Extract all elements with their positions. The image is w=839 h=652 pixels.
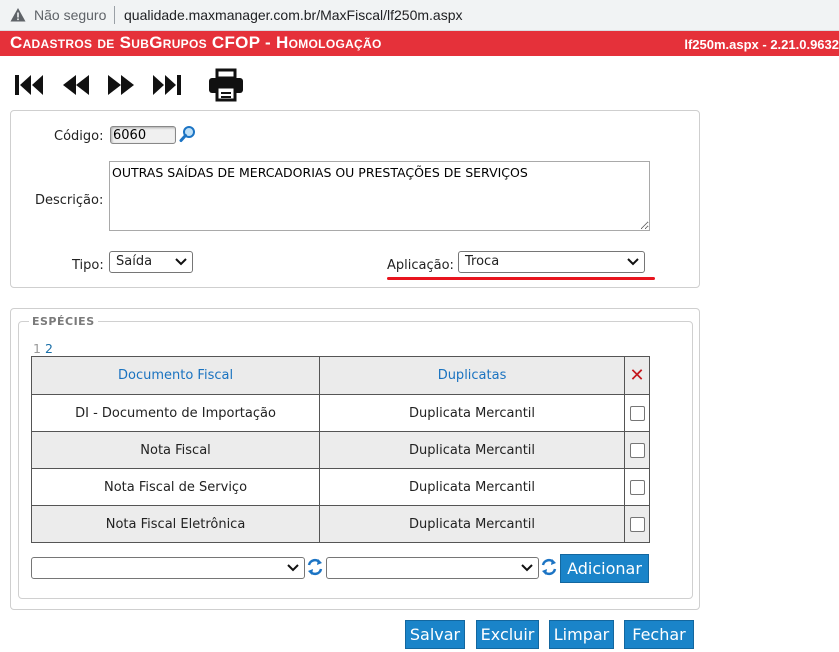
printer-icon <box>209 68 243 102</box>
table-row: Nota Fiscal de Serviço Duplicata Mercant… <box>30 468 650 506</box>
chevron-down-icon <box>521 564 533 572</box>
documento-select[interactable] <box>31 557 305 579</box>
codigo-label: Código: <box>54 129 104 144</box>
column-header-documento[interactable]: Documento Fiscal <box>30 356 321 395</box>
cell-documento: DI - Documento de Importação <box>30 394 321 432</box>
pager-current-page: 1 <box>33 341 41 356</box>
delete-button[interactable]: Excluir <box>476 620 539 649</box>
duplicata-select[interactable] <box>326 557 539 579</box>
next-record-button[interactable] <box>104 70 138 100</box>
delete-x-icon[interactable]: ✕ <box>629 365 644 386</box>
pager-page-2-link[interactable]: 2 <box>45 341 53 356</box>
chevron-down-icon <box>627 258 639 266</box>
row-checkbox[interactable] <box>629 479 645 495</box>
row-checkbox[interactable] <box>629 405 645 421</box>
page-title-bar: Cadastros de SubGrupos CFOP - Homologaçã… <box>0 31 839 56</box>
first-record-button[interactable] <box>13 70 47 100</box>
tipo-selected-value: Saída <box>116 254 153 269</box>
address-separator <box>114 6 115 24</box>
tipo-select[interactable]: Saída <box>109 251 193 273</box>
clear-button[interactable]: Limpar <box>549 620 614 649</box>
previous-record-button[interactable] <box>59 70 93 100</box>
table-row: Nota Fiscal Eletrônica Duplicata Mercant… <box>30 505 650 543</box>
descricao-label: Descrição: <box>35 193 104 208</box>
cell-select <box>624 468 650 506</box>
cell-documento: Nota Fiscal <box>30 431 321 469</box>
aplicacao-selected-value: Troca <box>465 254 500 269</box>
next-record-icon <box>108 75 134 95</box>
cell-duplicata: Duplicata Mercantil <box>319 468 626 506</box>
delete-column-header[interactable]: ✕ <box>624 356 650 395</box>
aplicacao-select[interactable]: Troca <box>458 251 645 273</box>
cell-select <box>624 505 650 543</box>
grid-pager: 12 <box>33 341 53 356</box>
security-status[interactable]: Não seguro <box>34 7 106 23</box>
cell-duplicata: Duplicata Mercantil <box>319 431 626 469</box>
previous-record-icon <box>63 75 89 95</box>
chevron-down-icon <box>287 564 299 572</box>
refresh-icon[interactable] <box>307 557 323 577</box>
chevron-down-icon <box>175 258 187 266</box>
highlight-underline <box>387 277 655 280</box>
cell-duplicata: Duplicata Mercantil <box>319 394 626 432</box>
page-title: Cadastros de SubGrupos CFOP - Homologaçã… <box>10 33 382 52</box>
tipo-label: Tipo: <box>72 258 104 273</box>
descricao-textarea[interactable]: OUTRAS SAÍDAS DE MERCADORIAS OU PRESTAÇÕ… <box>109 161 650 231</box>
codigo-input[interactable] <box>110 126 176 144</box>
save-button[interactable]: Salvar <box>405 620 465 649</box>
cell-select <box>624 431 650 469</box>
warning-icon[interactable] <box>10 7 26 23</box>
cell-documento: Nota Fiscal de Serviço <box>30 468 321 506</box>
browser-address-bar: Não seguro qualidade.maxmanager.com.br/M… <box>0 0 839 31</box>
url-text[interactable]: qualidade.maxmanager.com.br/MaxFiscal/lf… <box>124 7 463 23</box>
cell-select <box>624 394 650 432</box>
version-label: lf250m.aspx - 2.21.0.9632 <box>684 37 839 52</box>
refresh-icon[interactable] <box>541 557 557 577</box>
table-row: DI - Documento de Importação Duplicata M… <box>30 394 650 432</box>
close-button[interactable]: Fechar <box>624 620 694 649</box>
add-button[interactable]: Adicionar <box>560 554 649 583</box>
column-header-duplicatas[interactable]: Duplicatas <box>319 356 626 395</box>
first-record-icon <box>15 75 43 95</box>
search-icon[interactable] <box>179 125 197 143</box>
last-record-icon <box>153 75 181 95</box>
row-checkbox[interactable] <box>629 442 645 458</box>
especies-legend: ESPÉCIES <box>29 315 98 328</box>
row-checkbox[interactable] <box>629 516 645 532</box>
especies-table: Documento Fiscal Duplicatas ✕ DI - Docum… <box>30 356 650 543</box>
table-row: Nota Fiscal Duplicata Mercantil <box>30 431 650 469</box>
last-record-button[interactable] <box>150 70 184 100</box>
cell-duplicata: Duplicata Mercantil <box>319 505 626 543</box>
aplicacao-label: Aplicação: <box>387 258 454 273</box>
cell-documento: Nota Fiscal Eletrônica <box>30 505 321 543</box>
print-button[interactable] <box>207 68 245 102</box>
